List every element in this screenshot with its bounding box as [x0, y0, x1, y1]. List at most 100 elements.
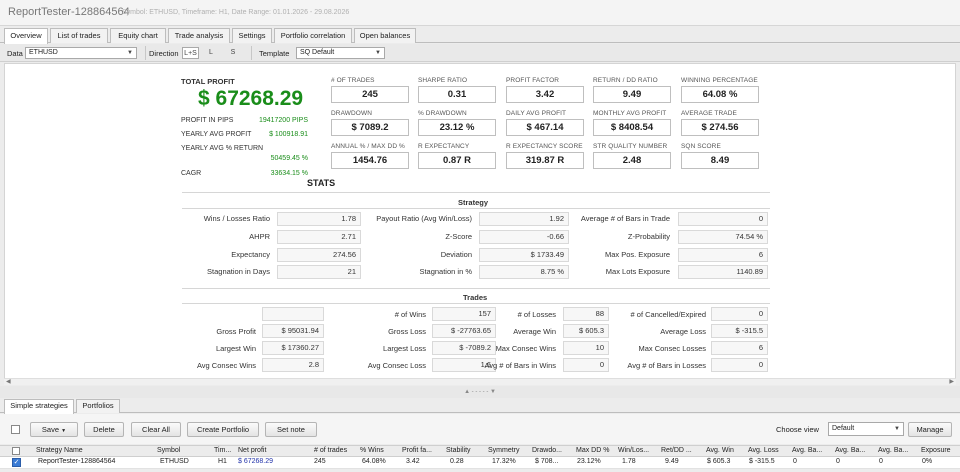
cell-exposure: 0% — [922, 458, 933, 465]
cell-profit-factor: 3.42 — [406, 458, 420, 465]
stat-label: AHPR — [249, 232, 270, 241]
create-portfolio-button[interactable]: Create Portfolio — [187, 422, 259, 437]
divider — [182, 303, 770, 304]
scroll-left-icon[interactable]: ◀ — [6, 378, 11, 385]
cell-win-loss: 1.78 — [622, 458, 636, 465]
tab-portfolio-correlation[interactable]: Portfolio correlation — [274, 28, 352, 43]
metric-value: $ 8408.54 — [593, 119, 671, 136]
cell-avg-win: $ 605.3 — [707, 458, 731, 465]
tab-overview[interactable]: Overview — [4, 28, 48, 44]
choose-view-label: Choose view — [776, 425, 819, 434]
tab-trade-analysis[interactable]: Trade analysis — [168, 28, 230, 43]
stat-label: Avg # of Bars in Wins — [484, 361, 556, 370]
metric-value: 0.87 R — [418, 152, 496, 169]
select-all-checkbox[interactable] — [11, 425, 20, 434]
data-select-value: ETHUSD — [29, 49, 58, 56]
window-title: ReportTester-128864564 — [8, 6, 130, 18]
report-tabs: Overview List of trades Equity chart Tra… — [0, 27, 960, 44]
set-note-button[interactable]: Set note — [265, 422, 317, 437]
choose-view-select[interactable]: Default ▼ — [828, 422, 904, 436]
cell-avg-bars: 0 — [793, 458, 797, 465]
stat-label: # of Cancelled/Expired — [630, 310, 706, 319]
column-header[interactable]: Symbol — [157, 447, 180, 454]
metric-label: R EXPECTANCY SCORE — [506, 143, 583, 150]
stat-value: 0 — [711, 307, 768, 321]
cell-avg-bars: 0 — [836, 458, 840, 465]
stat-label: Avg Consec Loss — [367, 361, 426, 370]
databank-tabs: Simple strategies Portfolios — [0, 398, 960, 414]
tab-open-balances[interactable]: Open balances — [354, 28, 416, 43]
column-header[interactable]: Avg. Ba... — [878, 447, 908, 454]
direction-long-short-button[interactable]: L+S — [182, 47, 199, 59]
stat-value: 1.92 — [479, 212, 569, 226]
yearly-avg-return-label: YEARLY AVG % RETURN — [181, 145, 264, 152]
column-header[interactable]: Max DD % — [576, 447, 609, 454]
choose-view-value: Default — [832, 425, 855, 432]
column-header[interactable]: Drawdo... — [532, 447, 562, 454]
direction-long-button[interactable]: L — [204, 47, 218, 59]
column-header[interactable]: Symmetry — [488, 447, 520, 454]
tab-equity-chart[interactable]: Equity chart — [110, 28, 166, 43]
template-select[interactable]: SQ Default ▼ — [296, 47, 385, 59]
stat-label: Average Win — [513, 327, 556, 336]
tab-settings[interactable]: Settings — [232, 28, 272, 43]
column-header[interactable]: Win/Los... — [618, 447, 649, 454]
cell-wins-pct: 64.08% — [362, 458, 386, 465]
stat-label: Expectancy — [231, 250, 270, 259]
profit-in-pips-label: PROFIT IN PIPS — [181, 117, 234, 124]
cell-symbol: ETHUSD — [160, 458, 189, 465]
metric-label: DAILY AVG PROFIT — [506, 110, 567, 117]
clear-all-button[interactable]: Clear All — [131, 422, 181, 437]
template-label: Template — [259, 49, 290, 58]
scroll-right-icon[interactable]: ▶ — [949, 378, 954, 385]
window-subtitle: Symbol: ETHUSD, Timeframe: H1, Date Rang… — [122, 9, 350, 16]
metric-label: PROFIT FACTOR — [506, 77, 560, 84]
cell-symmetry: 17.32% — [492, 458, 516, 465]
tab-simple-strategies[interactable]: Simple strategies — [4, 399, 74, 414]
header-checkbox[interactable] — [12, 447, 20, 455]
data-select[interactable]: ETHUSD ▼ — [25, 47, 137, 59]
stat-label: Stagnation in Days — [207, 267, 270, 276]
delete-button[interactable]: Delete — [84, 422, 124, 437]
cell-timeframe: H1 — [218, 458, 227, 465]
filter-bar: Data ETHUSD ▼ Direction L+S L S Template… — [0, 44, 960, 62]
column-header[interactable]: Avg. Loss — [748, 447, 779, 454]
metric-label: WINNING PERCENTAGE — [681, 77, 758, 84]
column-header[interactable]: Avg. Ba... — [792, 447, 822, 454]
column-header[interactable]: Strategy Name — [36, 447, 83, 454]
chevron-down-icon: ▼ — [61, 428, 67, 434]
column-header[interactable]: Stability — [446, 447, 471, 454]
stat-value: 6 — [711, 341, 768, 355]
column-header[interactable]: Ret/DD ... — [661, 447, 692, 454]
column-header[interactable]: Avg. Ba... — [835, 447, 865, 454]
column-header[interactable]: Exposure — [921, 447, 959, 454]
stat-value: $ 1733.49 — [479, 248, 569, 262]
column-header[interactable]: Net profit — [238, 447, 266, 454]
stat-label: Average # of Bars in Trade — [580, 214, 670, 223]
column-header[interactable]: Tim... — [214, 447, 231, 454]
metric-value: 64.08 % — [681, 86, 759, 103]
panel-splitter[interactable]: ▲ - - - - - ▼ — [0, 386, 960, 398]
save-button-label: Save — [41, 425, 60, 434]
save-button[interactable]: Save ▼ — [30, 422, 78, 437]
row-checkbox[interactable]: ✓ — [12, 458, 21, 467]
horizontal-scrollbar[interactable]: ◀ ▶ — [4, 378, 956, 385]
metric-label: ANNUAL % / MAX DD % — [331, 143, 405, 150]
metric-value: $ 7089.2 — [331, 119, 409, 136]
table-row[interactable]: ✓ ReportTester-128864564 ETHUSD H1 $ 672… — [0, 457, 960, 469]
column-header[interactable]: Avg. Win — [706, 447, 734, 454]
column-header[interactable]: # of trades — [314, 447, 347, 454]
divider — [182, 208, 770, 209]
column-header[interactable]: % Wins — [360, 447, 384, 454]
direction-short-button[interactable]: S — [226, 47, 240, 59]
cell-max-dd-pct: 23.12% — [577, 458, 601, 465]
stat-value: 74.54 % — [678, 230, 768, 244]
metric-label: RETURN / DD RATIO — [593, 77, 658, 84]
metric-value: $ 467.14 — [506, 119, 584, 136]
manage-button[interactable]: Manage — [908, 422, 952, 437]
column-header[interactable]: Profit fa... — [402, 447, 432, 454]
tab-list-of-trades[interactable]: List of trades — [50, 28, 108, 43]
tab-portfolios[interactable]: Portfolios — [76, 399, 120, 413]
databank-toolbar: Save ▼ Delete Clear All Create Portfolio… — [0, 414, 960, 444]
total-profit-value: $ 67268.29 — [198, 87, 304, 110]
